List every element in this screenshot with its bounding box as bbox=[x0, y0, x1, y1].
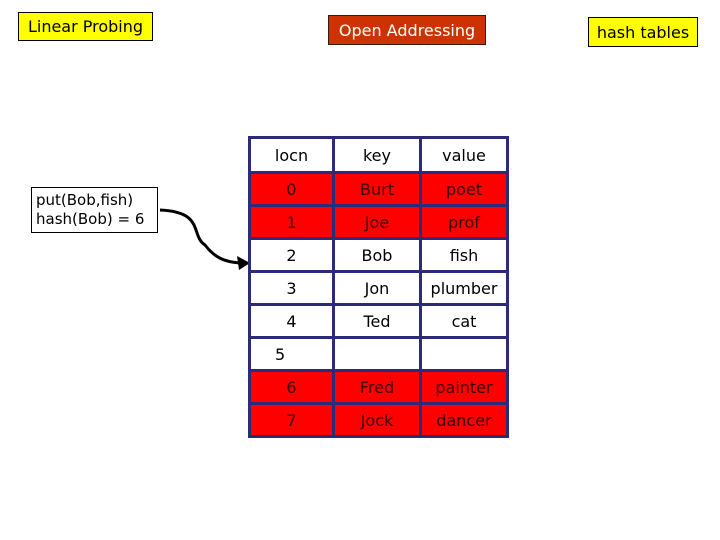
table-row: 6 Fred painter bbox=[248, 369, 509, 405]
cell-key: Joe bbox=[332, 204, 422, 240]
table-row: 2 Bob fish bbox=[248, 237, 509, 273]
arrow-curve bbox=[159, 208, 241, 265]
cell-locn: 3 bbox=[248, 270, 335, 306]
linear-probing-title: Linear Probing bbox=[18, 12, 153, 41]
cell-key: Jon bbox=[332, 270, 422, 306]
operation-hash-line: hash(Bob) = 6 bbox=[36, 210, 145, 228]
cell-locn: 4 bbox=[248, 303, 335, 339]
cell-key bbox=[332, 336, 422, 372]
operation-put-line: put(Bob,fish) bbox=[36, 191, 134, 209]
cell-locn: 0 bbox=[248, 171, 335, 207]
linear-probing-title-text: Linear Probing bbox=[27, 17, 144, 36]
column-header-value: value bbox=[419, 136, 509, 174]
hash-tables-title-text: hash tables bbox=[596, 22, 690, 42]
table-row: 4 Ted cat bbox=[248, 303, 509, 339]
table-header-row: locn key value bbox=[248, 136, 509, 174]
cell-locn: 2 bbox=[248, 237, 335, 273]
hash-tables-title: hash tables bbox=[588, 17, 698, 47]
cell-locn: 7 bbox=[248, 402, 335, 438]
cell-locn: 1 bbox=[248, 204, 335, 240]
cell-value bbox=[419, 336, 509, 372]
cell-key: Burt bbox=[332, 171, 422, 207]
table-row: 7 Jock dancer bbox=[248, 402, 509, 438]
cell-value: cat bbox=[419, 303, 509, 339]
open-addressing-title: Open Addressing bbox=[328, 15, 486, 45]
cell-key: Ted bbox=[332, 303, 422, 339]
operation-box: put(Bob,fish) hash(Bob) = 6 bbox=[31, 187, 158, 233]
cell-value: plumber bbox=[419, 270, 509, 306]
table-row: 0 Burt poet bbox=[248, 171, 509, 207]
cell-key: Bob bbox=[332, 237, 422, 273]
column-header-key: key bbox=[332, 136, 422, 174]
cell-locn: 5 bbox=[248, 336, 335, 372]
cell-value: fish bbox=[419, 237, 509, 273]
hash-table: locn key value 0 Burt poet 1 Joe prof 2 Bob fish 3 Jo… bbox=[248, 136, 509, 438]
table-row: 1 Joe prof bbox=[248, 204, 509, 240]
cell-value: painter bbox=[419, 369, 509, 405]
cell-value: poet bbox=[419, 171, 509, 207]
cell-locn: 6 bbox=[248, 369, 335, 405]
cell-key: Fred bbox=[332, 369, 422, 405]
column-header-locn: locn bbox=[248, 136, 335, 174]
open-addressing-title-text: Open Addressing bbox=[338, 20, 476, 40]
table-row: 3 Jon plumber bbox=[248, 270, 509, 306]
table-row: 5 bbox=[248, 336, 509, 372]
cell-key: Jock bbox=[332, 402, 422, 438]
cell-value: dancer bbox=[419, 402, 509, 438]
cell-value: prof bbox=[419, 204, 509, 240]
